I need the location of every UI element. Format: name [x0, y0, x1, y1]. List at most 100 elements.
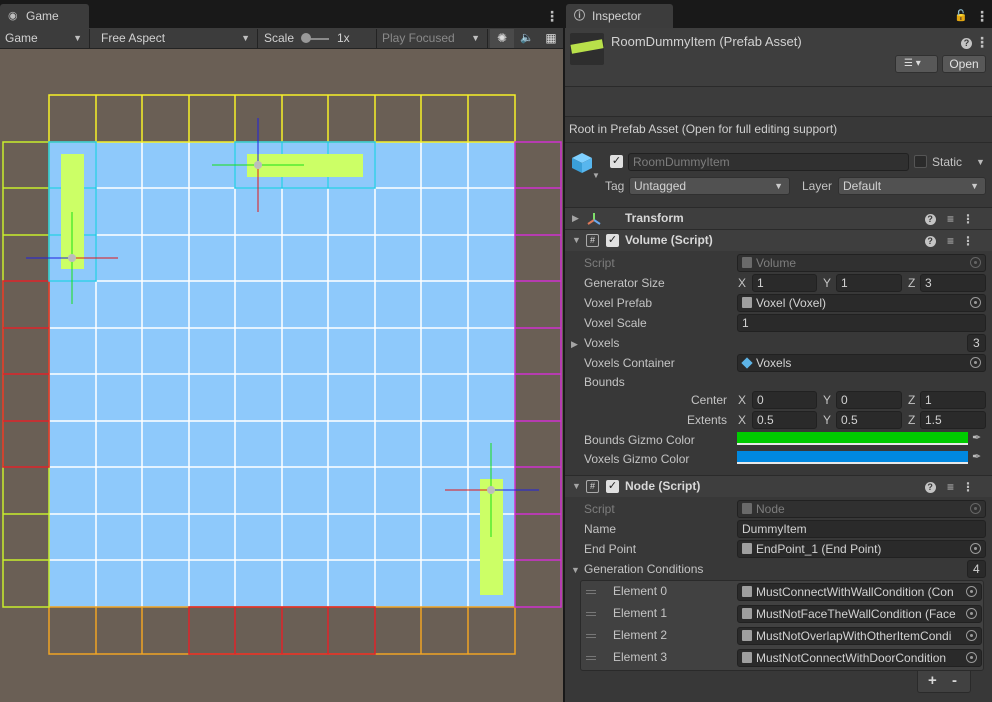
right-wall-cells: [514, 141, 562, 608]
voxels-gizmo-color-swatch[interactable]: [737, 451, 968, 464]
center-x[interactable]: 0: [752, 391, 817, 409]
static-label: Static: [932, 155, 963, 169]
element-value: MustNotOverlapWithOtherItemCondi: [756, 629, 952, 643]
drag-handle-icon[interactable]: [586, 612, 596, 616]
end-point-label: End Point: [584, 542, 637, 556]
element-value-field[interactable]: MustNotOverlapWithOtherItemCondi: [737, 627, 982, 645]
header-more-icon[interactable]: ⋮: [975, 35, 989, 49]
voxel-scale-field[interactable]: 1: [737, 314, 986, 332]
static-toggle[interactable]: [914, 155, 927, 168]
bottom-door-cells: [188, 606, 376, 655]
fold-down-icon[interactable]: ▼: [572, 481, 581, 491]
center-z[interactable]: 1: [920, 391, 986, 409]
component-actions[interactable]: ? ≡⋮: [924, 480, 982, 494]
element-label: Element 1: [613, 606, 668, 620]
element-value-field[interactable]: MustNotConnectWithDoorCondition: [737, 649, 982, 667]
transform-icon: [586, 211, 602, 227]
gameobject-cube-icon: [571, 152, 593, 174]
asset-title: RoomDummyItem (Prefab Asset): [611, 34, 802, 49]
element-value-field[interactable]: MustConnectWithWallCondition (Con: [737, 583, 982, 601]
list-item[interactable]: Element 2 MustNotOverlapWithOtherItemCon…: [580, 625, 984, 647]
axis-z-label: Z: [908, 393, 916, 407]
fold-right-icon[interactable]: ▶: [572, 213, 579, 224]
voxels-container-field[interactable]: Voxels: [737, 354, 986, 372]
static-dropdown-icon[interactable]: ▼: [976, 157, 985, 167]
extents-z[interactable]: 1.5: [920, 411, 986, 429]
lock-icon[interactable]: 🔓: [954, 9, 968, 22]
voxels-count[interactable]: 3: [967, 334, 986, 352]
eyedropper-icon[interactable]: ✒: [972, 431, 981, 444]
drag-handle-icon[interactable]: [586, 656, 596, 660]
voxel-prefab-label: Voxel Prefab: [584, 296, 653, 310]
presets-icon: ≡: [946, 480, 962, 494]
node-script-field: Node: [737, 500, 986, 518]
open-button[interactable]: Open: [942, 55, 986, 73]
name-field[interactable]: DummyItem: [737, 520, 986, 538]
tab-inspector[interactable]: ⓘ Inspector: [566, 4, 673, 28]
prefab-thumbnail: [570, 39, 604, 54]
more-icon: ⋮: [962, 480, 982, 494]
active-toggle[interactable]: ✓: [610, 155, 623, 168]
volume-script-value: Volume: [756, 256, 797, 270]
tag-select[interactable]: Untagged ▼: [629, 177, 790, 195]
help-icon: ?: [924, 236, 936, 247]
generation-conditions-fold-icon[interactable]: ▼: [571, 565, 580, 575]
tab-inspector-label: Inspector: [592, 9, 642, 23]
node-script-value: Node: [756, 502, 785, 516]
volume-enabled-toggle[interactable]: ✓: [606, 234, 619, 247]
end-point-value: EndPoint_1 (End Point): [756, 542, 882, 556]
layer-select[interactable]: Default ▼: [838, 177, 986, 195]
help-icon: ?: [924, 214, 936, 225]
generation-conditions-count[interactable]: 4: [967, 560, 986, 578]
extents-x[interactable]: 0.5: [752, 411, 817, 429]
voxels-gizmo-color-label: Voxels Gizmo Color: [584, 452, 690, 466]
fold-down-icon[interactable]: ▼: [572, 235, 581, 245]
voxels-label[interactable]: Voxels: [584, 333, 619, 353]
more-icon: ⋮: [962, 234, 982, 248]
remove-element-button[interactable]: -: [952, 672, 957, 689]
presets-icon: ≡: [946, 212, 962, 226]
extents-y[interactable]: 0.5: [836, 411, 902, 429]
generator-size-z[interactable]: 3: [920, 274, 986, 292]
more-icon: ⋮: [962, 212, 982, 226]
bounds-gizmo-color-swatch[interactable]: [737, 432, 968, 445]
component-actions[interactable]: ? ≡⋮: [924, 234, 982, 248]
component-actions[interactable]: ? ≡⋮: [924, 212, 982, 226]
inspector-more-icon[interactable]: ⋮: [975, 9, 989, 23]
eyedropper-icon[interactable]: ✒: [972, 450, 981, 463]
center-y[interactable]: 0: [836, 391, 902, 409]
list-item[interactable]: Element 0 MustConnectWithWallCondition (…: [580, 581, 984, 603]
list-item[interactable]: Element 3 MustNotConnectWithDoorConditio…: [580, 647, 984, 669]
cube-icon: [741, 357, 753, 369]
help-icon[interactable]: ?: [961, 36, 972, 50]
list-item[interactable]: Element 1 MustNotFaceTheWallCondition (F…: [580, 603, 984, 625]
object-name-field[interactable]: RoomDummyItem: [628, 153, 909, 171]
node-enabled-toggle[interactable]: ✓: [606, 480, 619, 493]
generator-size-x[interactable]: 1: [752, 274, 817, 292]
volume-header[interactable]: ▼ # ✓ Volume (Script) ? ≡⋮: [565, 229, 992, 251]
node-header[interactable]: ▼ # ✓ Node (Script) ? ≡⋮: [565, 475, 992, 497]
generation-conditions-label[interactable]: Generation Conditions: [584, 559, 703, 579]
drag-handle-icon[interactable]: [586, 590, 596, 594]
prefab-options-button[interactable]: ☰ ▾: [895, 55, 938, 73]
script-file-icon: [742, 503, 752, 514]
icon-dropdown-icon[interactable]: ▼: [592, 171, 600, 180]
drag-handle-icon[interactable]: [586, 634, 596, 638]
element-value-field[interactable]: MustNotFaceTheWallCondition (Face: [737, 605, 982, 623]
object-picker-icon: [970, 503, 981, 514]
end-point-field[interactable]: EndPoint_1 (End Point): [737, 540, 986, 558]
object-picker-icon: [970, 297, 981, 308]
bounds-label: Bounds: [584, 375, 625, 389]
voxel-prefab-field[interactable]: Voxel (Voxel): [737, 294, 986, 312]
prefab-notice: Root in Prefab Asset (Open for full edit…: [569, 122, 838, 136]
add-element-button[interactable]: +: [928, 672, 937, 689]
generator-size-y[interactable]: 1: [836, 274, 902, 292]
voxel-prefab-value: Voxel (Voxel): [756, 296, 827, 310]
grid-floor: [49, 142, 515, 607]
script-label: Script: [584, 256, 615, 270]
script-file-icon: [742, 586, 752, 597]
header-spacer: [565, 87, 992, 117]
transform-header[interactable]: ▶ Transform ? ≡⋮: [565, 207, 992, 229]
voxels-fold-icon[interactable]: ▶: [571, 339, 578, 350]
info-icon: ⓘ: [574, 10, 585, 22]
